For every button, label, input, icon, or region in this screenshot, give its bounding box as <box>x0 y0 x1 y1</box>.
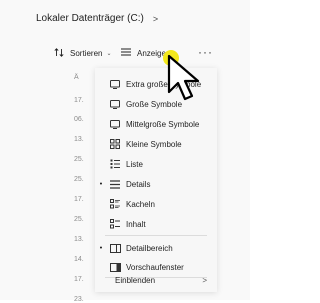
menu-item-label: Kleine Symbole <box>126 139 182 149</box>
checked-bullet-icon: • <box>99 180 103 188</box>
list-item: 17. <box>74 276 84 283</box>
command-bar: Sortieren ⌄ Anzeigen ··· <box>0 44 250 66</box>
monitor-icon <box>109 99 121 109</box>
chevron-right-icon: > <box>202 276 207 285</box>
list-item: 25. <box>74 216 84 223</box>
list-item: 14. <box>74 256 84 263</box>
menu-item-small-icons[interactable]: Kleine Symbole <box>95 134 217 154</box>
menu-divider <box>105 235 207 236</box>
list-item: 17. <box>74 97 84 104</box>
menu-item-label: Kacheln <box>126 199 155 209</box>
view-icon <box>121 48 131 58</box>
menu-item-label: Einblenden <box>115 276 156 285</box>
list-item: 13. <box>74 136 84 143</box>
mouse-pointer-icon <box>167 54 200 101</box>
sort-icon <box>54 48 64 59</box>
monitor-icon <box>109 119 121 129</box>
menu-item-label: Liste <box>126 159 143 169</box>
list-icon <box>109 159 121 169</box>
sort-label: Sortieren <box>70 49 103 58</box>
list-item: 17. <box>74 196 84 203</box>
grid-icon <box>109 139 121 149</box>
monitor-icon <box>109 79 121 89</box>
menu-item-content[interactable]: Inhalt <box>95 214 217 234</box>
list-item: 25. <box>74 176 84 183</box>
list-item: 06. <box>74 116 84 123</box>
breadcrumb-location[interactable]: Lokaler Datenträger (C:) <box>36 13 144 24</box>
tiles-icon <box>109 199 121 209</box>
file-explorer-window: Lokaler Datenträger (C:) > Sortieren ⌄ A… <box>0 0 250 303</box>
menu-item-list[interactable]: Liste <box>95 154 217 174</box>
menu-item-label: Details <box>126 179 151 189</box>
details-icon <box>109 179 121 189</box>
details-pane-icon <box>109 243 121 253</box>
breadcrumb[interactable]: Lokaler Datenträger (C:) > <box>36 13 158 24</box>
sort-button[interactable]: Sortieren ⌄ <box>54 48 112 59</box>
menu-item-show[interactable]: Einblenden > <box>95 269 217 293</box>
menu-item-label: Detailbereich <box>126 243 173 253</box>
menu-item-label: Inhalt <box>126 219 146 229</box>
menu-item-medium-icons[interactable]: Mittelgroße Symbole <box>95 114 217 134</box>
list-item: 25. <box>74 156 84 163</box>
list-item: Ä <box>74 74 79 81</box>
list-item: 13. <box>74 236 84 243</box>
menu-item-details-pane[interactable]: • Detailbereich <box>95 238 217 258</box>
chevron-down-icon: ⌄ <box>106 51 112 57</box>
chevron-right-icon[interactable]: > <box>153 14 158 24</box>
checked-bullet-icon: • <box>99 244 103 252</box>
menu-item-details[interactable]: • Details <box>95 174 217 194</box>
menu-item-tiles[interactable]: Kacheln <box>95 194 217 214</box>
content-icon <box>109 219 121 229</box>
menu-item-label: Mittelgroße Symbole <box>126 119 200 129</box>
